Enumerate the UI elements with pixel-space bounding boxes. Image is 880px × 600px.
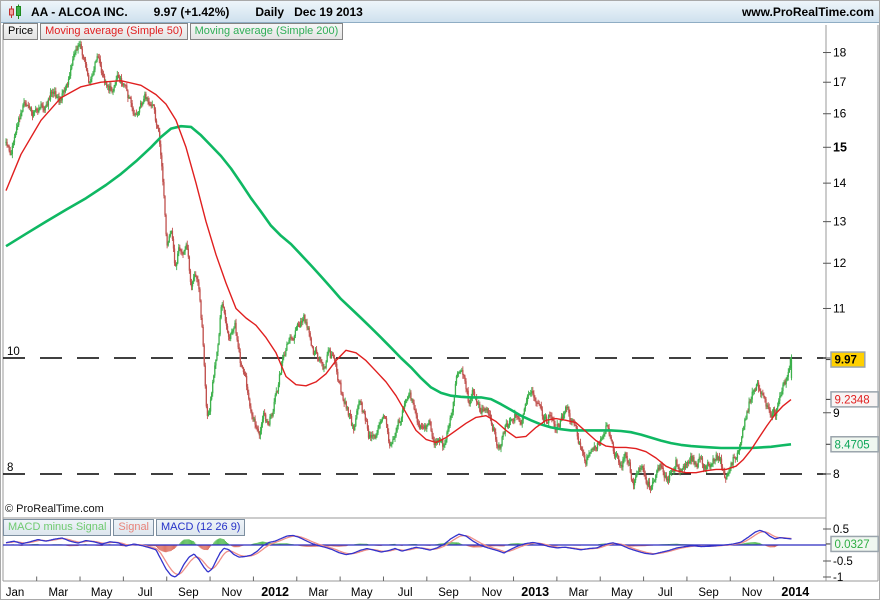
macd-line [5,529,792,578]
svg-text:9: 9 [833,406,840,420]
legend-macd-signal[interactable]: Signal [113,519,154,536]
price-axis: 18171615141312111098 [823,46,847,481]
svg-text:Jul: Jul [658,587,673,599]
svg-text:May: May [351,587,373,599]
svg-text:Mar: Mar [309,587,329,599]
copyright-note: © ProRealTime.com [5,503,104,515]
chart-canvas[interactable]: 108181716151413121110989.23488.47059.970… [1,1,880,600]
svg-text:Mar: Mar [569,587,589,599]
macd-pane-legend: MACD minus Signal Signal MACD (12 26 9) [3,519,246,536]
legend-macd-histogram[interactable]: MACD minus Signal [3,519,112,536]
candles-layer [5,40,793,494]
ma50-line [5,80,792,474]
svg-text:16: 16 [833,107,847,121]
svg-text:Nov: Nov [482,587,503,599]
legend-macd-line[interactable]: MACD (12 26 9) [156,519,246,536]
svg-text:18: 18 [833,46,847,60]
legend-price[interactable]: Price [3,23,39,40]
svg-text:2013: 2013 [521,585,549,599]
svg-text:-0.5: -0.5 [833,556,853,568]
svg-text:Jan: Jan [6,587,25,599]
macd-axis: 0.5 -0.5 -1 0.0327 [823,524,879,584]
svg-text:-1: -1 [833,572,843,584]
price-pane-legend: Price Moving average (Simple 50) Moving … [3,23,344,40]
svg-text:14: 14 [833,176,847,190]
svg-text:Jul: Jul [138,587,153,599]
svg-text:9.97: 9.97 [835,355,857,367]
svg-text:May: May [91,587,113,599]
svg-text:8: 8 [7,462,13,474]
svg-text:2014: 2014 [781,585,809,599]
svg-text:10: 10 [7,346,20,358]
signal-line [5,531,792,575]
svg-text:15: 15 [833,140,847,154]
svg-text:17: 17 [833,75,847,89]
legend-ma200[interactable]: Moving average (Simple 200) [189,23,344,40]
svg-text:11: 11 [833,301,846,315]
svg-text:Mar: Mar [48,587,68,599]
svg-text:0.0327: 0.0327 [835,539,870,551]
svg-text:0.5: 0.5 [833,524,849,536]
svg-text:Sep: Sep [698,587,718,599]
svg-text:Nov: Nov [742,587,763,599]
svg-text:9.2348: 9.2348 [835,394,870,406]
svg-text:2012: 2012 [261,585,289,599]
svg-text:8: 8 [833,467,840,481]
price-label-boxes: 9.2348 8.4705 9.97 [826,351,879,453]
moving-averages [5,80,792,474]
time-axis: Jan Mar May Jul Sep Nov 2012 Mar May Jul Sep Nov 201… [6,576,809,599]
svg-text:12: 12 [833,256,847,270]
svg-text:Sep: Sep [438,587,458,599]
legend-ma50[interactable]: Moving average (Simple 50) [40,23,188,40]
svg-text:Sep: Sep [178,587,198,599]
svg-text:8.4705: 8.4705 [835,439,870,451]
svg-text:13: 13 [833,215,847,229]
macd-pane [3,529,826,578]
pane-borders [2,25,879,582]
svg-text:Jul: Jul [398,587,413,599]
chart-window: AA - ALCOA INC. 9.97 (+1.42%) Daily Dec … [0,0,880,600]
svg-text:May: May [611,587,633,599]
svg-text:Nov: Nov [222,587,243,599]
